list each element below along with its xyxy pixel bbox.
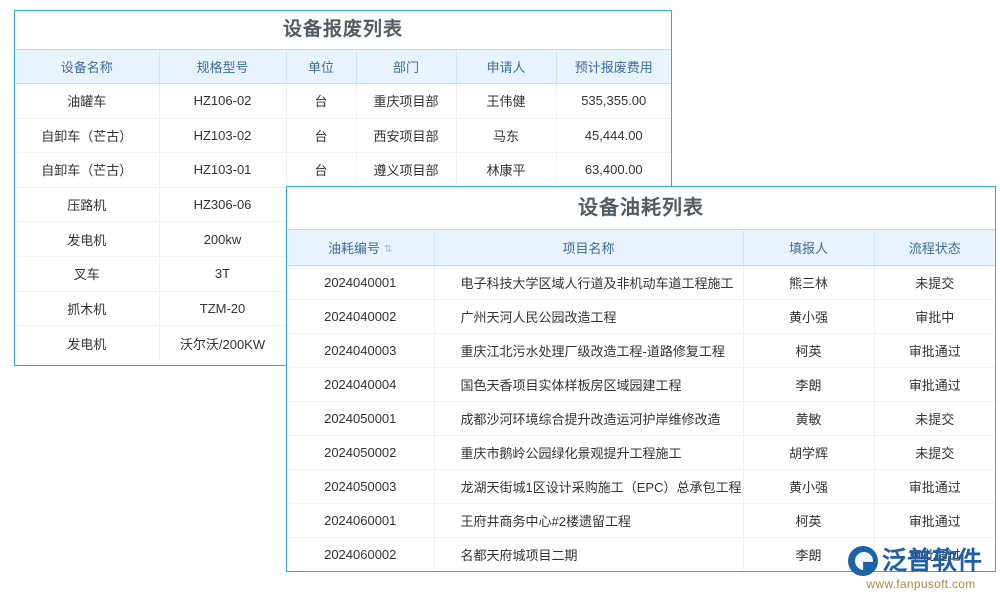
fuel-code-cell[interactable]: 2024040003	[287, 334, 434, 368]
column-header-reporter[interactable]: 填报人	[743, 230, 874, 266]
equipment-fuel-title: 设备油耗列表	[287, 187, 995, 229]
applicant-cell[interactable]: 林康平	[456, 153, 556, 188]
project-name-cell[interactable]: 成都沙河环境综合提升改造运河护岸维修改造	[434, 402, 743, 436]
column-header-equipment-name[interactable]: 设备名称	[15, 50, 159, 84]
model-cell: HZ106-02	[159, 84, 286, 119]
model-cell: 200kw	[159, 222, 286, 257]
table-row[interactable]: 2024040002广州天河人民公园改造工程黄小强审批中	[287, 300, 995, 334]
column-header-estimated-cost[interactable]: 预计报废费用	[556, 50, 671, 84]
fuel-code-cell[interactable]: 2024050003	[287, 470, 434, 504]
estimated-cost-cell: 535,355.00	[556, 84, 671, 119]
equipment-name-cell[interactable]: 油罐车	[15, 84, 159, 119]
reporter-cell[interactable]: 李朗	[743, 538, 874, 572]
reporter-cell[interactable]: 胡学辉	[743, 436, 874, 470]
model-cell: HZ306-06	[159, 187, 286, 222]
column-header-model[interactable]: 规格型号	[159, 50, 286, 84]
equipment-name-cell[interactable]: 发电机	[15, 326, 159, 361]
fuel-code-cell[interactable]: 2024040002	[287, 300, 434, 334]
equipment-name-cell[interactable]: 抓木机	[15, 291, 159, 326]
department-cell: 重庆项目部	[356, 84, 456, 119]
table-header-row: 设备名称 规格型号 单位 部门 申请人 预计报废费用	[15, 50, 671, 84]
table-row[interactable]: 2024040001电子科技大学区域人行道及非机动车道工程施工熊三林未提交	[287, 266, 995, 300]
table-row[interactable]: 2024050001成都沙河环境综合提升改造运河护岸维修改造黄敏未提交	[287, 402, 995, 436]
status-badge: 审批通过	[874, 538, 995, 572]
applicant-cell[interactable]: 王伟健	[456, 84, 556, 119]
fuel-code-cell[interactable]: 2024060002	[287, 538, 434, 572]
project-name-cell[interactable]: 王府井商务中心#2楼遗留工程	[434, 504, 743, 538]
reporter-cell[interactable]: 李朗	[743, 368, 874, 402]
table-row[interactable]: 2024050002重庆市鹅岭公园绿化景观提升工程施工胡学辉未提交	[287, 436, 995, 470]
table-row[interactable]: 2024040003重庆江北污水处理厂级改造工程-道路修复工程柯英审批通过	[287, 334, 995, 368]
sort-icon[interactable]: ⇅	[384, 245, 392, 255]
reporter-cell[interactable]: 熊三林	[743, 266, 874, 300]
equipment-scrap-title: 设备报废列表	[15, 11, 671, 49]
table-row[interactable]: 自卸车（芒古）HZ103-02台西安项目部马东45,444.00	[15, 118, 671, 153]
column-header-flow-status[interactable]: 流程状态	[874, 230, 995, 266]
project-name-cell[interactable]: 电子科技大学区域人行道及非机动车道工程施工	[434, 266, 743, 300]
fuel-code-cell[interactable]: 2024060001	[287, 504, 434, 538]
column-header-applicant[interactable]: 申请人	[456, 50, 556, 84]
equipment-name-cell[interactable]: 发电机	[15, 222, 159, 257]
project-name-cell[interactable]: 名都天府城项目二期	[434, 538, 743, 572]
table-header-row: 油耗编号 ⇅ 项目名称 填报人 流程状态	[287, 230, 995, 266]
table-row[interactable]: 自卸车（芒古）HZ103-01台遵义项目部林康平63,400.00	[15, 153, 671, 188]
model-cell: HZ103-01	[159, 153, 286, 188]
unit-cell: 台	[286, 84, 356, 119]
unit-cell: 台	[286, 118, 356, 153]
reporter-cell[interactable]: 柯英	[743, 504, 874, 538]
fuel-code-cell[interactable]: 2024040004	[287, 368, 434, 402]
reporter-cell[interactable]: 黄小强	[743, 300, 874, 334]
watermark-url: www.fanpusoft.com	[848, 577, 994, 591]
status-badge: 审批通过	[874, 504, 995, 538]
equipment-name-cell[interactable]: 叉车	[15, 256, 159, 291]
reporter-cell[interactable]: 柯英	[743, 334, 874, 368]
status-badge: 审批通过	[874, 334, 995, 368]
estimated-cost-cell: 45,444.00	[556, 118, 671, 153]
project-name-cell[interactable]: 龙湖天街城1区设计采购施工（EPC）总承包工程	[434, 470, 743, 504]
column-header-unit[interactable]: 单位	[286, 50, 356, 84]
applicant-cell[interactable]: 马东	[456, 118, 556, 153]
project-name-cell[interactable]: 重庆市鹅岭公园绿化景观提升工程施工	[434, 436, 743, 470]
reporter-cell[interactable]: 黄小强	[743, 470, 874, 504]
column-header-project-name[interactable]: 项目名称	[434, 230, 743, 266]
table-row[interactable]: 2024060001王府井商务中心#2楼遗留工程柯英审批通过	[287, 504, 995, 538]
status-badge: 未提交	[874, 436, 995, 470]
fuel-code-cell[interactable]: 2024050001	[287, 402, 434, 436]
equipment-name-cell[interactable]: 自卸车（芒古）	[15, 118, 159, 153]
column-header-fuel-code-label: 油耗编号	[328, 241, 380, 256]
project-name-cell[interactable]: 广州天河人民公园改造工程	[434, 300, 743, 334]
project-name-cell[interactable]: 重庆江北污水处理厂级改造工程-道路修复工程	[434, 334, 743, 368]
equipment-name-cell[interactable]: 压路机	[15, 187, 159, 222]
status-badge: 未提交	[874, 402, 995, 436]
status-badge: 审批通过	[874, 470, 995, 504]
model-cell: TZM-20	[159, 291, 286, 326]
department-cell: 遵义项目部	[356, 153, 456, 188]
table-row[interactable]: 2024060002名都天府城项目二期李朗审批通过	[287, 538, 995, 572]
status-badge: 审批通过	[874, 368, 995, 402]
screenshot-root: 设备报废列表 设备名称 规格型号 单位 部门 申请人 预计报废费用 油罐车HZ1…	[0, 0, 1000, 600]
estimated-cost-cell: 63,400.00	[556, 153, 671, 188]
equipment-fuel-table: 油耗编号 ⇅ 项目名称 填报人 流程状态 2024040001电子科技大学区域人行…	[287, 229, 995, 572]
status-badge: 未提交	[874, 266, 995, 300]
model-cell: 沃尔沃/200KW	[159, 326, 286, 361]
unit-cell: 台	[286, 153, 356, 188]
table-row[interactable]: 油罐车HZ106-02台重庆项目部王伟健535,355.00	[15, 84, 671, 119]
model-cell: HZ103-02	[159, 118, 286, 153]
fuel-code-cell[interactable]: 2024050002	[287, 436, 434, 470]
table-row[interactable]: 2024040004国色天香项目实体样板房区域园建工程李朗审批通过	[287, 368, 995, 402]
reporter-cell[interactable]: 黄敏	[743, 402, 874, 436]
fuel-code-cell[interactable]: 2024040001	[287, 266, 434, 300]
column-header-fuel-code[interactable]: 油耗编号 ⇅	[287, 230, 434, 266]
table-row[interactable]: 2024050003龙湖天街城1区设计采购施工（EPC）总承包工程黄小强审批通过	[287, 470, 995, 504]
status-badge: 审批中	[874, 300, 995, 334]
equipment-name-cell[interactable]: 自卸车（芒古）	[15, 153, 159, 188]
equipment-fuel-panel: 设备油耗列表 油耗编号 ⇅ 项目名称 填报人 流程状态 2024040001电子科…	[286, 186, 996, 572]
project-name-cell[interactable]: 国色天香项目实体样板房区域园建工程	[434, 368, 743, 402]
model-cell: 3T	[159, 256, 286, 291]
column-header-department[interactable]: 部门	[356, 50, 456, 84]
department-cell: 西安项目部	[356, 118, 456, 153]
